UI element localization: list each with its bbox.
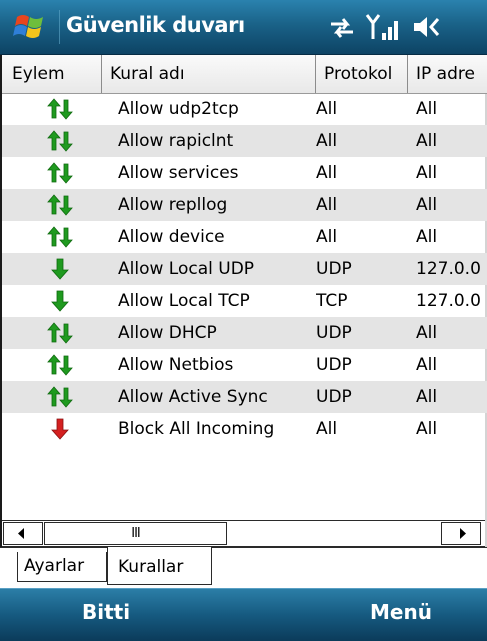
down-arrow-allow-icon [46, 290, 74, 312]
bidirectional-arrows-icon [46, 98, 74, 120]
protocol-cell: All [316, 163, 338, 183]
title-bar: Güvenlik duvarı [0, 0, 487, 55]
scroll-track[interactable] [228, 522, 440, 545]
column-header-action[interactable]: Eylem [2, 55, 102, 93]
bidirectional-arrows-icon [46, 386, 74, 408]
rule-name-cell: Allow Local UDP [118, 259, 255, 279]
down-arrow-allow-icon [46, 258, 74, 280]
tab-settings[interactable]: Ayarlar [17, 552, 107, 582]
rule-name-cell: Allow repllog [118, 195, 228, 215]
bidirectional-arrows-icon [46, 226, 74, 248]
ip-address-cell: All [416, 131, 438, 151]
down-arrow-block-icon [46, 418, 74, 440]
rule-name-cell: Allow udp2tcp [118, 99, 239, 119]
protocol-cell: All [316, 99, 338, 119]
protocol-cell: UDP [316, 259, 352, 279]
volume-icon[interactable] [411, 12, 445, 42]
protocol-cell: UDP [316, 355, 352, 375]
ip-address-cell: All [416, 323, 438, 343]
tab-rules[interactable]: Kurallar [107, 547, 212, 585]
bidirectional-arrows-icon [46, 354, 74, 376]
rule-name-cell: Allow Active Sync [118, 387, 268, 407]
rule-name-cell: Allow Local TCP [118, 291, 250, 311]
windows-start-icon[interactable] [13, 9, 49, 45]
ip-address-cell: All [416, 163, 438, 183]
softkey-bar: Bitti Menü [0, 588, 487, 641]
table-row[interactable]: Allow device All All [2, 221, 487, 253]
column-header-rule-name[interactable]: Kural adı [102, 55, 316, 93]
rules-list[interactable]: Eylem Kural adı Protokol IP adre Allow u… [0, 55, 487, 581]
scroll-thumb[interactable]: III [44, 522, 227, 545]
table-row[interactable]: Allow Active Sync UDP All [2, 381, 487, 413]
bidirectional-arrows-icon [46, 194, 74, 216]
table-row[interactable]: Block All Incoming All All [2, 413, 487, 445]
table-row[interactable]: Allow services All All [2, 157, 487, 189]
ip-address-cell: All [416, 387, 438, 407]
column-header-protocol[interactable]: Protokol [316, 55, 408, 93]
horizontal-scrollbar[interactable]: III [2, 520, 485, 547]
table-row[interactable]: Allow Local TCP TCP 127.0.0 [2, 285, 487, 317]
column-header-ip-address[interactable]: IP adre [408, 55, 487, 93]
rule-name-cell: Allow rapiclnt [118, 131, 234, 151]
scroll-left-arrow-icon [18, 528, 24, 539]
ip-address-cell: 127.0.0 [416, 291, 481, 311]
ip-address-cell: All [416, 227, 438, 247]
table-row[interactable]: Allow Netbios UDP All [2, 349, 487, 381]
connectivity-icon[interactable] [327, 14, 357, 42]
protocol-cell: All [316, 131, 338, 151]
protocol-cell: UDP [316, 323, 352, 343]
window-title: Güvenlik duvarı [66, 13, 245, 37]
protocol-cell: All [316, 195, 338, 215]
scroll-left-button[interactable] [3, 522, 43, 545]
ip-address-cell: All [416, 195, 438, 215]
rule-name-cell: Block All Incoming [118, 419, 275, 439]
table-row[interactable]: Allow DHCP UDP All [2, 317, 487, 349]
tab-bar: Ayarlar Kurallar [0, 547, 487, 589]
menu-softkey[interactable]: Menü [370, 600, 432, 624]
done-softkey[interactable]: Bitti [82, 600, 130, 624]
ip-address-cell: All [416, 419, 438, 439]
ip-address-cell: All [416, 355, 438, 375]
table-row[interactable]: Allow repllog All All [2, 189, 487, 221]
protocol-cell: All [316, 227, 338, 247]
scroll-right-button[interactable] [441, 522, 481, 545]
rule-name-cell: Allow Netbios [118, 355, 234, 375]
list-header: Eylem Kural adı Protokol IP adre [2, 55, 487, 94]
ip-address-cell: 127.0.0 [416, 259, 481, 279]
rule-name-cell: Allow services [118, 163, 239, 183]
scroll-right-arrow-icon [460, 528, 466, 539]
table-row[interactable]: Allow Local UDP UDP 127.0.0 [2, 253, 487, 285]
protocol-cell: All [316, 419, 338, 439]
title-separator [59, 10, 60, 44]
bidirectional-arrows-icon [46, 130, 74, 152]
table-row[interactable]: Allow udp2tcp All All [2, 93, 487, 125]
bidirectional-arrows-icon [46, 162, 74, 184]
signal-strength-icon[interactable] [365, 11, 403, 43]
protocol-cell: UDP [316, 387, 352, 407]
protocol-cell: TCP [316, 291, 348, 311]
ip-address-cell: All [416, 99, 438, 119]
rule-name-cell: Allow device [118, 227, 225, 247]
scroll-thumb-grip: III [131, 526, 141, 541]
rules-rows: Allow udp2tcp All All Allow rapiclnt All All A… [2, 93, 487, 445]
rule-name-cell: Allow DHCP [118, 323, 217, 343]
table-row[interactable]: Allow rapiclnt All All [2, 125, 487, 157]
bidirectional-arrows-icon [46, 322, 74, 344]
